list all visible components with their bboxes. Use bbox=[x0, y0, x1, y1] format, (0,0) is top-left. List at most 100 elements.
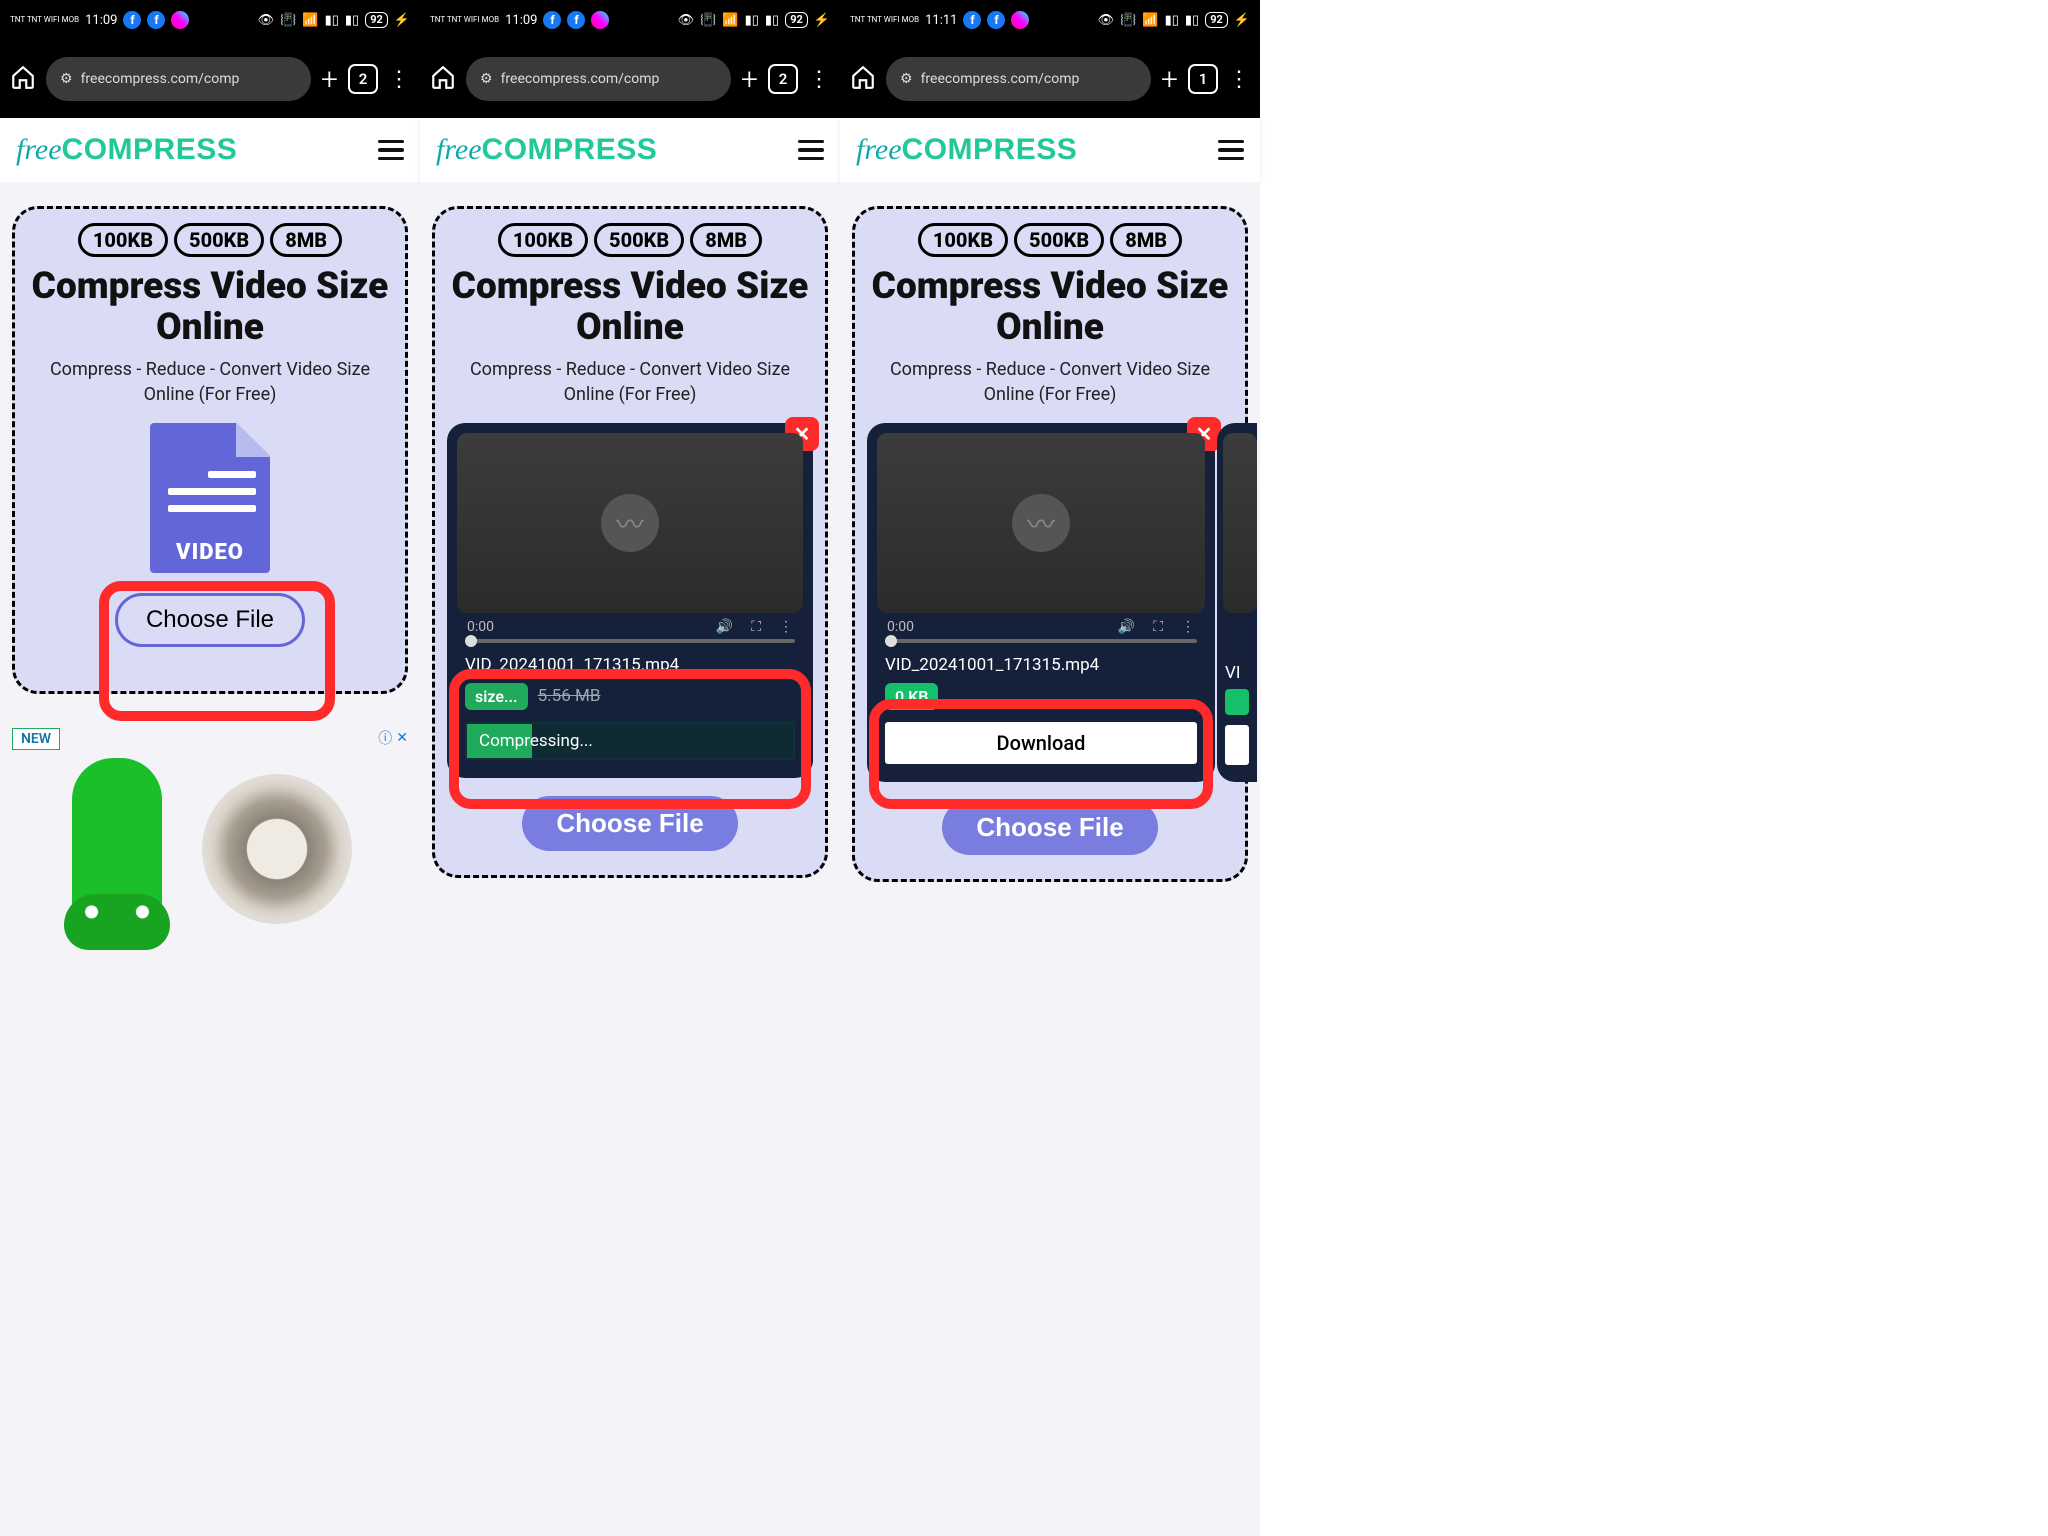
choose-file-button[interactable]: Choose File bbox=[942, 800, 1157, 855]
site-logo[interactable]: freeCOMPRESS bbox=[16, 133, 237, 167]
original-size: 5.56 MB bbox=[538, 686, 601, 706]
signal-icon: ▮▯ bbox=[1165, 13, 1179, 28]
size-chip-100kb[interactable]: 100KB bbox=[918, 223, 1008, 257]
size-chip-500kb[interactable]: 500KB bbox=[174, 223, 264, 257]
new-tab-button[interactable]: + bbox=[321, 62, 338, 97]
hamburger-menu-icon[interactable] bbox=[798, 140, 824, 161]
size-chip-500kb[interactable]: 500KB bbox=[1014, 223, 1104, 257]
facebook-icon: f bbox=[543, 11, 561, 29]
size-badge: size... bbox=[465, 683, 528, 710]
new-tab-button[interactable]: + bbox=[741, 62, 758, 97]
choose-file-button[interactable]: Choose File bbox=[115, 593, 305, 647]
video-overflow-icon[interactable]: ⋮ bbox=[779, 619, 793, 635]
tab-switcher[interactable]: 2 bbox=[768, 64, 798, 94]
address-bar[interactable]: ⚙ freecompress.com/comp bbox=[886, 57, 1151, 101]
wifi-icon: 📶 bbox=[302, 13, 318, 28]
home-icon[interactable] bbox=[430, 64, 456, 94]
card-title: Compress Video Size Online bbox=[867, 267, 1233, 348]
eye-icon: 👁 bbox=[258, 13, 275, 28]
new-badge: NEW bbox=[12, 728, 60, 750]
download-button[interactable]: Download bbox=[885, 722, 1197, 764]
facebook-icon: f bbox=[147, 11, 165, 29]
ad-banner[interactable]: NEW ⓘ✕ bbox=[12, 728, 408, 938]
tab-switcher[interactable]: 2 bbox=[348, 64, 378, 94]
video-controls[interactable]: 0:00 🔊 ⛶ ⋮ bbox=[877, 613, 1205, 637]
video-seek-bar[interactable] bbox=[885, 639, 1197, 643]
clock: 11:09 bbox=[505, 13, 537, 28]
instagram-icon bbox=[1011, 11, 1029, 29]
upload-card: 100KB 500KB 8MB Compress Video Size Onli… bbox=[432, 206, 828, 878]
address-bar[interactable]: ⚙ freecompress.com/comp bbox=[466, 57, 731, 101]
clock: 11:11 bbox=[925, 13, 957, 28]
upload-card: 100KB 500KB 8MB Compress Video Size Onli… bbox=[852, 206, 1248, 882]
overflow-menu-icon[interactable]: ⋮ bbox=[388, 74, 410, 85]
card-title: Compress Video Size Online bbox=[447, 267, 813, 348]
site-header: freeCOMPRESS bbox=[420, 118, 840, 182]
site-settings-icon: ⚙ bbox=[480, 71, 493, 87]
video-preview-panel: ✕ 〰 0:00 🔊 ⛶ ⋮ VID_20241001_171315.mp4 s… bbox=[447, 423, 813, 778]
video-preview-panel-next[interactable]: VI bbox=[1217, 423, 1257, 782]
volume-icon[interactable]: 🔊 bbox=[716, 619, 733, 635]
home-icon[interactable] bbox=[850, 64, 876, 94]
site-header: freeCOMPRESS bbox=[840, 118, 1260, 182]
site-logo[interactable]: freeCOMPRESS bbox=[856, 133, 1077, 167]
url-text: freecompress.com/comp bbox=[81, 71, 240, 87]
phone-screenshot-3: TNT TNT WIFI MOB 11:11 f f 👁 📳 📶 ▮▯ ▮▯ 9… bbox=[840, 0, 1260, 1536]
card-subtitle: Compress - Reduce - Convert Video Size O… bbox=[447, 358, 813, 407]
fullscreen-icon[interactable]: ⛶ bbox=[751, 619, 761, 635]
video-thumbnail[interactable]: 〰 bbox=[877, 433, 1205, 613]
video-time: 0:00 bbox=[887, 619, 914, 635]
facebook-icon: f bbox=[123, 11, 141, 29]
battery-indicator: 92 bbox=[1205, 12, 1228, 28]
home-icon[interactable] bbox=[10, 64, 36, 94]
size-chip-500kb[interactable]: 500KB bbox=[594, 223, 684, 257]
status-bar: TNT TNT WIFI MOB 11:09 f f 👁 📳 📶 ▮▯ ▮▯ 9… bbox=[0, 0, 420, 40]
signal-icon: ▮▯ bbox=[1185, 13, 1199, 28]
size-chip-8mb[interactable]: 8MB bbox=[1110, 223, 1182, 257]
size-chip-100kb[interactable]: 100KB bbox=[78, 223, 168, 257]
size-chip-100kb[interactable]: 100KB bbox=[498, 223, 588, 257]
fullscreen-icon[interactable]: ⛶ bbox=[1153, 619, 1163, 635]
new-tab-button[interactable]: + bbox=[1161, 62, 1178, 97]
adchoices-icon[interactable]: ⓘ✕ bbox=[378, 728, 408, 748]
site-settings-icon: ⚙ bbox=[60, 71, 73, 87]
eye-icon: 👁 bbox=[678, 13, 695, 28]
site-logo[interactable]: freeCOMPRESS bbox=[436, 133, 657, 167]
card-subtitle: Compress - Reduce - Convert Video Size O… bbox=[867, 358, 1233, 407]
wifi-icon: 📶 bbox=[1142, 13, 1158, 28]
choose-file-button[interactable]: Choose File bbox=[522, 796, 737, 851]
status-bar: TNT TNT WIFI MOB 11:09 f f 👁 📳 📶 ▮▯ ▮▯ 9… bbox=[420, 0, 840, 40]
overflow-menu-icon[interactable]: ⋮ bbox=[1228, 74, 1250, 85]
hamburger-menu-icon[interactable] bbox=[378, 140, 404, 161]
video-overflow-icon[interactable]: ⋮ bbox=[1181, 619, 1195, 635]
facebook-icon: f bbox=[567, 11, 585, 29]
size-chip-8mb[interactable]: 8MB bbox=[270, 223, 342, 257]
carrier-label: TNT TNT WIFI MOB bbox=[10, 16, 79, 24]
wifi-icon: 📶 bbox=[722, 13, 738, 28]
overflow-menu-icon[interactable]: ⋮ bbox=[808, 74, 830, 85]
signal-icon: ▮▯ bbox=[765, 13, 779, 28]
bolt-icon: ⚡ bbox=[814, 13, 830, 28]
status-bar: TNT TNT WIFI MOB 11:11 f f 👁 📳 📶 ▮▯ ▮▯ 9… bbox=[840, 0, 1260, 40]
hamburger-menu-icon[interactable] bbox=[1218, 140, 1244, 161]
video-seek-bar[interactable] bbox=[465, 639, 795, 643]
vibrate-icon: 📳 bbox=[280, 13, 296, 28]
volume-icon[interactable]: 🔊 bbox=[1118, 619, 1135, 635]
facebook-icon: f bbox=[987, 11, 1005, 29]
url-text: freecompress.com/comp bbox=[501, 71, 660, 87]
size-chip-8mb[interactable]: 8MB bbox=[690, 223, 762, 257]
browser-toolbar: ⚙ freecompress.com/comp + 2 ⋮ bbox=[0, 40, 420, 118]
broken-image-icon: 〰 bbox=[601, 494, 659, 552]
compressing-progress: Compressing... bbox=[465, 722, 795, 760]
video-thumbnail[interactable]: 〰 bbox=[457, 433, 803, 613]
site-settings-icon: ⚙ bbox=[900, 71, 913, 87]
instagram-icon bbox=[171, 11, 189, 29]
signal-icon: ▮▯ bbox=[345, 13, 359, 28]
video-filename: VID_20241001_171315.mp4 bbox=[457, 651, 803, 679]
tab-switcher[interactable]: 1 bbox=[1188, 64, 1218, 94]
video-controls[interactable]: 0:00 🔊 ⛶ ⋮ bbox=[457, 613, 803, 637]
browser-toolbar: ⚙ freecompress.com/comp + 1 ⋮ bbox=[840, 40, 1260, 118]
url-text: freecompress.com/comp bbox=[921, 71, 1080, 87]
eye-icon: 👁 bbox=[1098, 13, 1115, 28]
address-bar[interactable]: ⚙ freecompress.com/comp bbox=[46, 57, 311, 101]
